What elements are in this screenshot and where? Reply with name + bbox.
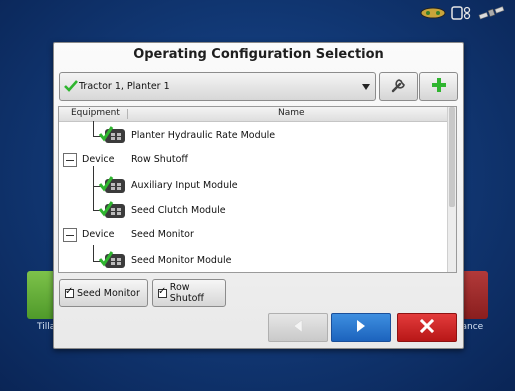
collapse-toggle[interactable]	[63, 228, 77, 242]
display-icon[interactable]	[451, 5, 473, 24]
device-name: Seed Monitor	[131, 229, 194, 240]
row-shutoff-checkbox[interactable]	[158, 286, 167, 298]
device-kind: Device	[82, 154, 115, 165]
tree-row-device[interactable]: Device Row Shutoff	[59, 150, 449, 174]
configuration-dropdown[interactable]: Tractor 1, Planter 1	[59, 72, 376, 101]
dialog-title: Operating Configuration Selection	[133, 47, 384, 62]
row-shutoff-label: Row Shutoff	[169, 282, 204, 304]
seed-monitor-label: Seed Monitor	[77, 287, 140, 299]
cancel-button[interactable]	[397, 313, 457, 342]
tree-scrollbar[interactable]	[447, 107, 456, 272]
seed-monitor-checkbox[interactable]	[65, 286, 74, 298]
module-name: Seed Clutch Module	[131, 205, 226, 216]
column-divider	[127, 109, 128, 119]
back-button[interactable]	[268, 313, 328, 342]
next-button[interactable]	[331, 313, 391, 342]
tree-row-module[interactable]: Seed Clutch Module	[59, 200, 449, 224]
wrench-icon	[390, 76, 408, 98]
back-arrow-icon	[291, 318, 305, 337]
name-column-header[interactable]: Name	[278, 108, 305, 118]
scroll-thumb[interactable]	[449, 107, 455, 207]
device-name: Row Shutoff	[131, 154, 188, 165]
tree-row-module[interactable]: Planter Hydraulic Rate Module	[59, 125, 449, 149]
gps-icon[interactable]	[419, 5, 447, 24]
module-name: Auxiliary Input Module	[131, 180, 238, 191]
tree-row-module[interactable]: Auxiliary Input Module	[59, 175, 449, 199]
module-name: Seed Monitor Module	[131, 255, 232, 266]
next-arrow-icon	[354, 318, 368, 337]
module-ok-icon	[98, 125, 127, 149]
equipment-column-header[interactable]: Equipment	[71, 108, 120, 118]
add-icon	[431, 77, 447, 97]
add-configuration-button[interactable]	[419, 72, 458, 101]
seed-monitor-toggle[interactable]: Seed Monitor	[59, 279, 148, 307]
selected-configuration: Tractor 1, Planter 1	[79, 81, 170, 92]
equipment-tree: Equipment Name Planter Hydraulic Rate Mo…	[58, 106, 457, 273]
tree-header: Equipment Name	[59, 107, 449, 122]
satellite-icon[interactable]	[477, 5, 505, 24]
status-bar	[419, 4, 505, 24]
edit-configuration-button[interactable]	[379, 72, 418, 101]
row-shutoff-toggle[interactable]: Row Shutoff	[152, 279, 226, 307]
module-ok-icon	[98, 200, 127, 224]
tree-row-module[interactable]: Seed Monitor Module	[59, 250, 449, 272]
configuration-dialog: Operating Configuration Selection Tracto…	[53, 42, 464, 349]
device-kind: Device	[82, 229, 115, 240]
module-ok-icon	[98, 175, 127, 199]
collapse-toggle[interactable]	[63, 153, 77, 167]
check-icon	[64, 77, 78, 96]
chevron-down-icon	[362, 83, 370, 90]
module-ok-icon	[98, 250, 127, 272]
tree-row-device[interactable]: Device Seed Monitor	[59, 225, 449, 249]
module-name: Planter Hydraulic Rate Module	[131, 130, 276, 141]
close-icon	[419, 318, 435, 337]
